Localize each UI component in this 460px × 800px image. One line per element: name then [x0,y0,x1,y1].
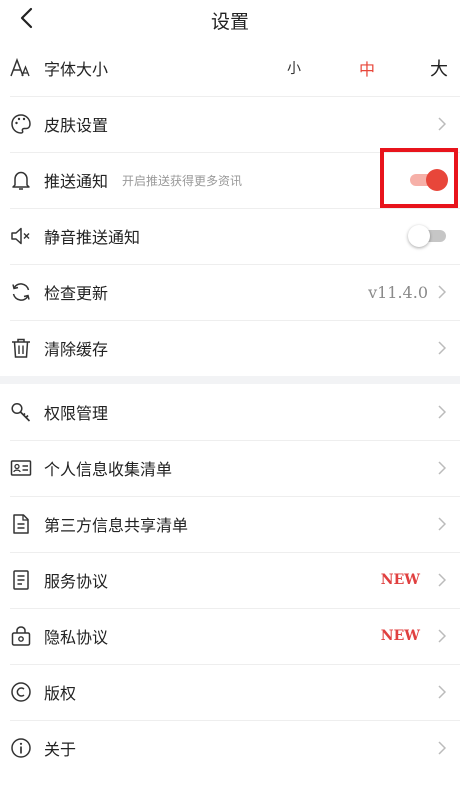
service-agreement-label: 服务协议 [44,572,109,591]
settings-row-service-agreement[interactable]: 服务协议 NEW [0,552,460,608]
chevron-right-icon [436,404,448,420]
palette-icon [10,113,32,135]
version-text: v11.4.0 [368,282,428,302]
settings-row-third-party[interactable]: 第三方信息共享清单 [0,496,460,552]
third-party-label: 第三方信息共享清单 [44,516,189,535]
chevron-left-icon [19,7,33,33]
font-size-selector: 小 中 大 [287,55,448,81]
new-badge: NEW [380,572,420,588]
chevron-right-icon [436,572,448,588]
push-hint: 开启推送获得更多资讯 [122,173,243,188]
font-size-large-option[interactable]: 大 [430,55,448,81]
trash-icon [10,337,32,359]
chevron-right-icon [436,740,448,756]
update-label: 检查更新 [44,284,109,303]
settings-row-copyright[interactable]: 版权 [0,664,460,720]
clear-cache-label: 清除缓存 [44,340,109,359]
document-icon [10,513,32,535]
refresh-icon [10,281,32,303]
copyright-icon [10,681,32,703]
silent-push-toggle[interactable] [408,225,446,247]
chevron-right-icon [436,116,448,132]
header: 设置 [0,0,460,40]
skin-label: 皮肤设置 [44,116,109,135]
font-size-medium-option[interactable]: 中 [359,56,375,80]
chevron-right-icon [436,628,448,644]
copyright-label: 版权 [44,684,77,703]
privacy-label: 隐私协议 [44,628,109,647]
font-size-label: 字体大小 [44,60,109,79]
info-icon [10,737,32,759]
settings-row-font-size: 字体大小 小 中 大 [0,40,460,96]
font-size-small-option[interactable]: 小 [287,58,301,78]
push-label: 推送通知 [44,172,109,191]
id-card-icon [10,457,32,479]
chevron-right-icon [436,460,448,476]
settings-row-silent-push: 静音推送通知 [0,208,460,264]
settings-row-permissions[interactable]: 权限管理 [0,384,460,440]
settings-row-update[interactable]: 检查更新 v11.4.0 [0,264,460,320]
permissions-label: 权限管理 [44,404,109,423]
settings-row-skin[interactable]: 皮肤设置 [0,96,460,152]
settings-row-privacy[interactable]: 隐私协议 NEW [0,608,460,664]
font-size-icon [10,57,32,79]
silent-push-label: 静音推送通知 [44,228,141,247]
personal-info-label: 个人信息收集清单 [44,460,173,479]
about-label: 关于 [44,740,77,759]
chevron-right-icon [436,340,448,356]
key-icon [10,401,32,423]
mute-icon [10,225,32,247]
bell-icon [10,169,32,191]
chevron-right-icon [436,684,448,700]
chevron-right-icon [436,516,448,532]
new-badge: NEW [380,628,420,644]
settings-row-push: 推送通知 开启推送获得更多资讯 [0,148,460,208]
settings-row-personal-info[interactable]: 个人信息收集清单 [0,440,460,496]
settings-row-about[interactable]: 关于 [0,720,460,776]
chevron-right-icon [436,284,448,300]
settings-row-clear-cache[interactable]: 清除缓存 [0,320,460,376]
privacy-lock-icon [10,625,32,647]
back-button[interactable] [12,6,40,34]
page-title: 设置 [210,10,249,33]
section-divider [0,376,460,384]
highlight-box [380,148,458,208]
agreement-icon [10,569,32,591]
